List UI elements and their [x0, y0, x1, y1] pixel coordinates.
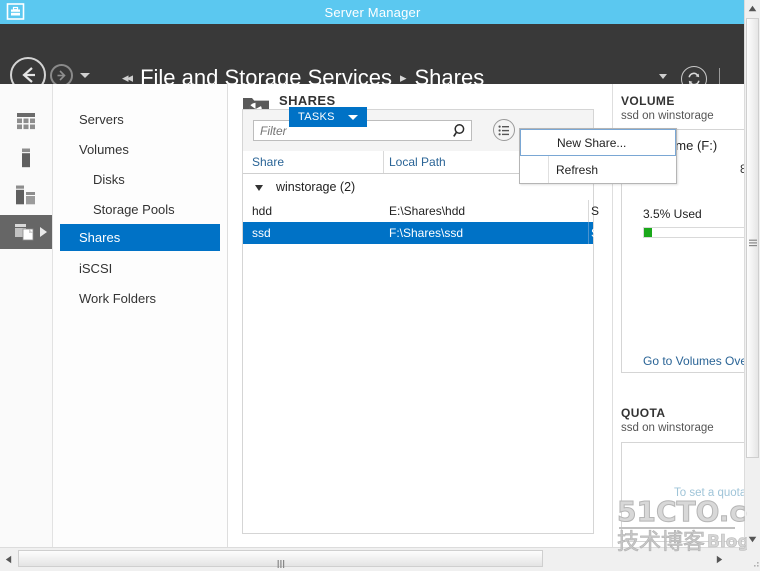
all-servers-icon[interactable] [0, 178, 52, 212]
tree-item-label: iSCSI [79, 261, 112, 276]
quota-title: QUOTA [621, 406, 714, 420]
shares-table: Share Local Path P winstorage (2) hdd E:… [243, 151, 593, 533]
menu-item-new-share[interactable]: New Share... [520, 129, 676, 156]
search-icon[interactable] [453, 123, 468, 143]
server-manager-icon [6, 3, 25, 21]
chevron-down-icon[interactable] [80, 73, 90, 78]
volume-used-label: 3.5% Used [643, 207, 702, 221]
tasks-dropdown-menu: New Share... Refresh [519, 128, 677, 184]
tree-item-volumes[interactable]: Volumes [60, 136, 220, 162]
column-divider[interactable] [383, 151, 384, 173]
server-manager-window: Server Manager ◂◂ File and Storage Servi… [0, 0, 760, 571]
quota-subtitle: ssd on winstorage [621, 422, 714, 434]
file-and-storage-services-icon[interactable] [0, 215, 52, 249]
quota-section-header: QUOTA ssd on winstorage [621, 406, 714, 434]
cell-local-path: F:\Shares\ssd [389, 226, 463, 240]
scroll-grip-icon [749, 234, 757, 242]
column-header-local-path[interactable]: Local Path [389, 155, 446, 169]
tree-item-label: Disks [93, 172, 125, 187]
tasks-button-label: TASKS [298, 111, 335, 123]
tree-item-label: Work Folders [79, 291, 156, 306]
scroll-right-arrow-icon[interactable] [711, 548, 728, 570]
scroll-left-arrow-icon[interactable] [0, 548, 17, 570]
table-row[interactable]: hdd E:\Shares\hdd S [243, 200, 593, 222]
cell-share: ssd [252, 226, 271, 240]
icon-rail [0, 84, 53, 548]
table-row[interactable]: ssd F:\Shares\ssd S [243, 222, 593, 244]
cell-protocol: S [591, 204, 599, 218]
volume-title: VOLUME [621, 94, 714, 108]
scrollbar-corner [745, 548, 760, 571]
tree-item-storage-pools[interactable]: Storage Pools [60, 196, 220, 222]
column-divider [588, 222, 589, 244]
tree-item-servers[interactable]: Servers [60, 106, 220, 132]
cell-local-path: E:\Shares\hdd [389, 204, 465, 218]
vertical-scrollbar[interactable] [744, 0, 760, 548]
volume-section-header: VOLUME ssd on winstorage [621, 94, 714, 122]
quota-hint: To set a quota, [674, 487, 745, 499]
tree-item-label: Shares [79, 230, 120, 245]
cell-share: hdd [252, 204, 272, 218]
chevron-down-icon[interactable] [659, 74, 667, 79]
column-header-share[interactable]: Share [252, 155, 284, 169]
column-divider [588, 200, 589, 222]
tree-item-label: Volumes [79, 142, 129, 157]
tree-item-label: Storage Pools [93, 202, 175, 217]
menu-item-label: Refresh [556, 163, 598, 177]
tree-item-shares[interactable]: Shares [60, 224, 220, 251]
horizontal-scrollbar[interactable] [0, 547, 745, 571]
scroll-up-arrow-icon[interactable] [745, 0, 760, 17]
quota-box: To set a quota, [621, 442, 745, 542]
tasks-button[interactable]: TASKS [289, 107, 367, 127]
title-bar: Server Manager [0, 0, 745, 24]
local-server-icon[interactable] [0, 141, 52, 175]
volume-usage-bar [643, 227, 745, 238]
menu-item-refresh[interactable]: Refresh [520, 156, 676, 183]
dashboard-icon[interactable] [0, 104, 52, 138]
triangle-expanded-icon[interactable] [255, 185, 263, 191]
scroll-down-arrow-icon[interactable] [745, 531, 760, 548]
vertical-scrollbar-thumb[interactable] [746, 18, 759, 458]
tree-item-disks[interactable]: Disks [60, 166, 220, 192]
horizontal-scrollbar-thumb[interactable] [18, 550, 543, 567]
go-to-volumes-overview-link[interactable]: Go to Volumes Over [643, 354, 745, 368]
navigation-bar: ◂◂ File and Storage Services ▸ Shares [0, 24, 745, 84]
chevron-right-icon [40, 227, 47, 237]
scroll-grip-icon [277, 555, 285, 571]
volume-usage-fill [644, 228, 652, 237]
chevron-down-icon [348, 115, 358, 120]
shares-title: SHARES [279, 94, 370, 108]
menu-item-label: New Share... [557, 136, 626, 150]
list-view-icon[interactable] [493, 119, 515, 141]
window-title: Server Manager [324, 5, 420, 20]
group-label: winstorage (2) [276, 180, 355, 194]
tree-item-label: Servers [79, 112, 124, 127]
cell-protocol: S [591, 226, 599, 240]
navigation-tree: Servers Volumes Disks Storage Pools Shar… [53, 84, 228, 548]
volume-subtitle: ssd on winstorage [621, 110, 714, 122]
tree-item-iscsi[interactable]: iSCSI [60, 255, 220, 281]
tree-item-work-folders[interactable]: Work Folders [60, 285, 220, 311]
